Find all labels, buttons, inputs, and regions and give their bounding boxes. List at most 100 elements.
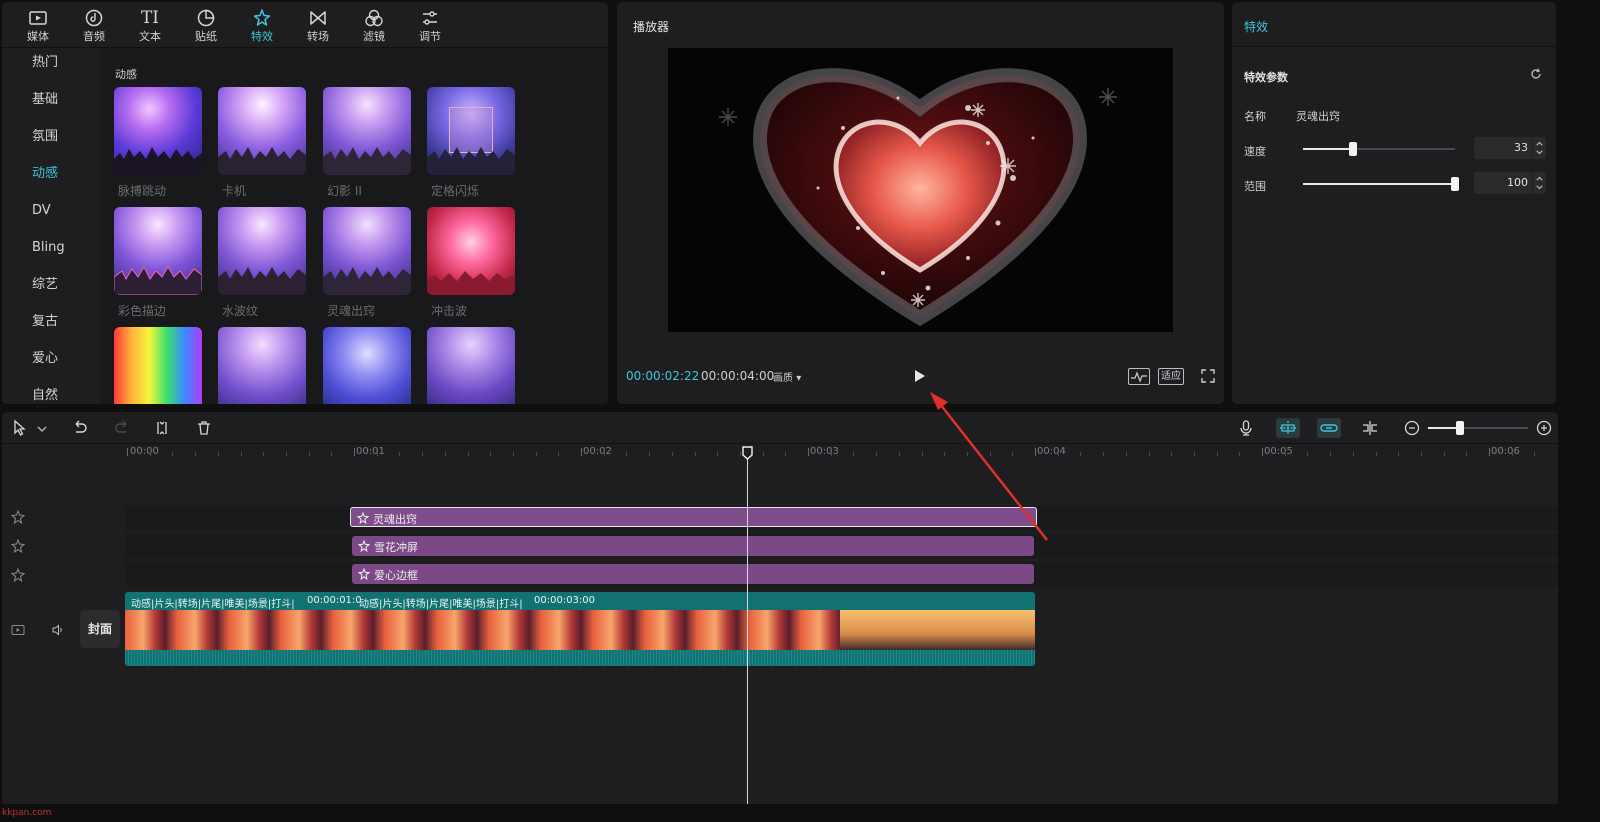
waveform-icon[interactable] [1128, 368, 1150, 385]
category-item[interactable]: 自然 [2, 381, 102, 404]
ruler-tick-minor [739, 452, 741, 456]
effect-thumbnail[interactable] [218, 327, 306, 404]
tab-sticker[interactable]: 贴纸 [178, 2, 234, 48]
link-toggle[interactable] [1317, 418, 1341, 438]
range-slider-handle[interactable] [1451, 177, 1459, 191]
category-item[interactable]: 基础 [2, 85, 102, 115]
ruler-tick-minor [1534, 452, 1536, 456]
speed-slider-handle[interactable] [1349, 142, 1358, 156]
ruler-label: 00:00 [130, 446, 159, 457]
adjust-icon [402, 2, 458, 30]
record-button[interactable] [1236, 418, 1256, 438]
ruler-tick-minor [285, 452, 287, 456]
tab-text[interactable]: TI 文本 [122, 2, 178, 48]
effect-thumbnail[interactable] [323, 327, 411, 404]
reset-icon[interactable] [1530, 68, 1542, 80]
section-title: 特效参数 [1244, 71, 1288, 84]
effect-thumbnail[interactable] [323, 87, 411, 175]
ruler-tick-minor [1171, 452, 1173, 456]
ruler-tick-minor [1420, 452, 1422, 456]
ruler-tick-minor [989, 452, 991, 456]
zoom-slider-handle[interactable] [1456, 421, 1464, 435]
ruler-tick-minor [603, 452, 605, 456]
zoom-slider[interactable] [1428, 421, 1528, 435]
ruler-tick-minor [1148, 452, 1150, 456]
tab-effects[interactable]: 特效 [234, 2, 290, 48]
category-item[interactable]: 复古 [2, 307, 102, 337]
undo-button[interactable] [70, 418, 90, 438]
audio-waveform [125, 650, 1035, 666]
microphone-icon [1240, 420, 1252, 436]
tab-filter[interactable]: 滤镜 [346, 2, 402, 48]
speed-input[interactable]: 33 [1474, 137, 1546, 159]
speed-label: 速度 [1244, 145, 1266, 158]
sticker-icon [178, 2, 234, 30]
play-icon[interactable] [913, 368, 927, 384]
main-track-magnet-toggle[interactable] [1276, 418, 1300, 438]
ruler-tick-minor [444, 452, 446, 456]
category-item[interactable]: 氛围 [2, 122, 102, 152]
stepper-icon[interactable] [1532, 137, 1546, 159]
effect-thumbnail[interactable] [218, 207, 306, 295]
stepper-icon[interactable] [1532, 172, 1546, 194]
zoom-out-button[interactable] [1402, 418, 1422, 438]
video-preview[interactable] [668, 48, 1173, 332]
effect-thumbnail[interactable] [114, 207, 202, 295]
zoom-in-button[interactable] [1534, 418, 1554, 438]
select-tool-button[interactable] [10, 418, 30, 438]
tab-media[interactable]: 媒体 [10, 2, 66, 48]
effect-label: 脉搏跳动 [118, 184, 167, 198]
effect-clip[interactable]: 爱心边框 [352, 564, 1034, 584]
preview-axis-toggle[interactable] [1360, 418, 1380, 438]
ruler-tick-major [1489, 448, 1490, 456]
time-ruler[interactable]: 00:00 00:01 00:02 00:03 00:04 00:05 00:0… [2, 444, 1558, 468]
playhead-handle[interactable] [742, 446, 753, 460]
ruler-tick-minor [626, 452, 628, 456]
tab-transition[interactable]: 转场 [290, 2, 346, 48]
redo-button[interactable] [112, 418, 132, 438]
fit-ratio-button[interactable]: 适应 [1158, 368, 1184, 385]
effect-thumbnail[interactable] [218, 87, 306, 175]
split-button[interactable] [152, 418, 172, 438]
range-slider[interactable] [1303, 177, 1459, 191]
quality-dropdown[interactable]: 画质 ▾ [773, 369, 801, 384]
tab-adjust[interactable]: 调节 [402, 2, 458, 48]
ruler-tick-minor [1125, 452, 1127, 456]
playhead-line[interactable] [747, 452, 748, 804]
video-clip[interactable]: 动感|片头|转场|片尾|唯美|场景|打斗| 00:00:01:0 动感|片头|转… [125, 592, 1035, 666]
range-input[interactable]: 100 [1474, 172, 1546, 194]
effect-thumbnail[interactable] [114, 87, 202, 175]
fullscreen-icon[interactable] [1200, 368, 1216, 384]
category-item[interactable]: 综艺 [2, 270, 102, 300]
category-item[interactable]: DV [2, 196, 102, 226]
category-item[interactable]: Bling [2, 233, 102, 263]
ruler-tick-major [1035, 448, 1036, 456]
effect-thumbnail[interactable] [323, 207, 411, 295]
speed-slider[interactable] [1303, 142, 1455, 156]
cover-button[interactable]: 封面 [80, 610, 120, 648]
ruler-tick-minor [785, 452, 787, 456]
select-tool-dropdown[interactable] [32, 418, 47, 438]
ruler-tick-minor [717, 452, 719, 456]
speaker-icon[interactable] [51, 623, 65, 637]
tab-audio[interactable]: 音频 [66, 2, 122, 48]
ruler-tick-minor [830, 452, 832, 456]
effect-thumbnail[interactable] [427, 207, 515, 295]
category-item[interactable]: 爱心 [2, 344, 102, 374]
chevron-down-icon: ▾ [796, 373, 802, 384]
clip-title: 动感|片头|转场|片尾|唯美|场景|打斗| [359, 599, 523, 610]
effect-clip-selected[interactable]: 灵魂出窍 [350, 507, 1037, 527]
effect-clip[interactable]: 雪花冲屏 [352, 536, 1034, 556]
delete-button[interactable] [194, 418, 214, 438]
effect-thumbnail[interactable] [427, 327, 515, 404]
ruler-tick-minor [376, 452, 378, 456]
properties-title: 特效 [1244, 20, 1269, 34]
effect-thumbnail[interactable] [114, 327, 202, 404]
category-item-active[interactable]: 动感 [2, 159, 102, 189]
range-slider-fill [1303, 183, 1455, 185]
category-item[interactable]: 热门 [2, 48, 102, 78]
effect-label: 冲击波 [431, 304, 468, 318]
effect-thumbnail[interactable] [427, 87, 515, 175]
ruler-tick-minor [1330, 452, 1332, 456]
effect-icon [358, 540, 370, 552]
